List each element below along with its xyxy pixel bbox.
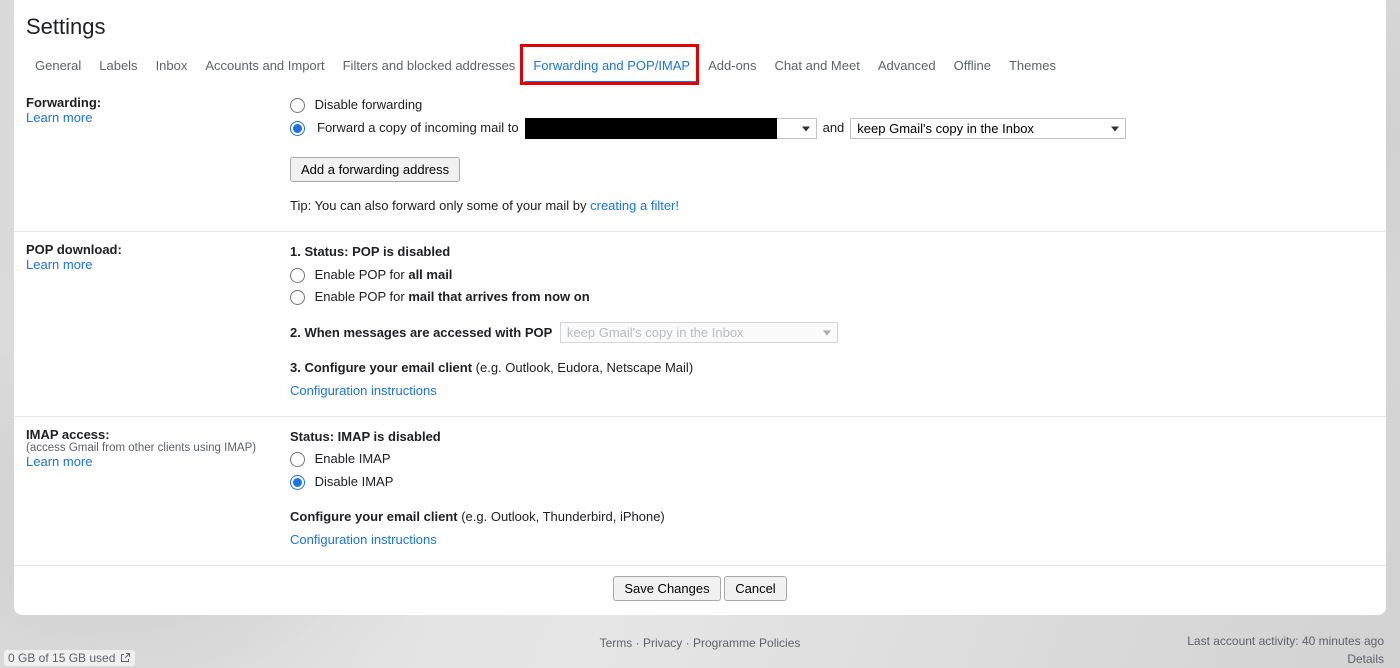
section-pop: POP download: Learn more 1. Status: POP … [14, 232, 1386, 417]
tab-accounts-and-import[interactable]: Accounts and Import [196, 48, 333, 83]
tab-advanced[interactable]: Advanced [869, 48, 945, 83]
imap-disable-radio[interactable] [290, 475, 305, 490]
imap-status-value: IMAP is disabled [338, 429, 441, 444]
tab-add-ons[interactable]: Add-ons [699, 48, 765, 83]
pop-status-value: POP is disabled [352, 244, 450, 259]
pop-when-label: 2. When messages are accessed with POP [290, 325, 552, 340]
action-buttons: Save Changes Cancel [14, 566, 1386, 615]
imap-enable-label: Enable IMAP [315, 451, 391, 466]
forward-action-select-wrap[interactable]: keep Gmail's copy in the Inbox [850, 118, 1126, 140]
forward-copy-radio[interactable] [290, 121, 305, 136]
pop-title: POP download: [26, 242, 282, 257]
forwarding-title: Forwarding: [26, 95, 282, 110]
tab-chat-and-meet[interactable]: Chat and Meet [766, 48, 869, 83]
forward-copy-option[interactable]: Forward a copy of incoming mail to and k… [290, 118, 1126, 140]
footer-privacy-link[interactable]: Privacy [643, 636, 682, 650]
imap-disable-label: Disable IMAP [315, 474, 394, 489]
pop-configure-eg: (e.g. Outlook, Eudora, Netscape Mail) [476, 360, 694, 375]
pop-when-select-wrap: keep Gmail's copy in the Inbox [560, 322, 838, 344]
create-filter-link[interactable]: creating a filter! [590, 198, 679, 213]
tab-general[interactable]: General [26, 48, 90, 83]
forward-address-redacted [525, 118, 777, 139]
settings-body: Forwarding: Learn more Disable forwardin… [14, 83, 1386, 615]
section-forwarding: Forwarding: Learn more Disable forwardin… [14, 85, 1386, 232]
disable-forwarding-radio[interactable] [290, 98, 305, 113]
tab-labels[interactable]: Labels [90, 48, 146, 83]
add-forwarding-address-button[interactable]: Add a forwarding address [290, 157, 460, 182]
imap-title: IMAP access: [26, 427, 282, 442]
pop-enable-all-prefix: Enable POP for [315, 267, 409, 282]
cancel-button[interactable]: Cancel [724, 576, 786, 601]
pop-status-prefix: 1. Status: [290, 244, 352, 259]
footer-terms-link[interactable]: Terms [600, 636, 633, 650]
pop-enable-now-option[interactable]: Enable POP for mail that arrives from no… [290, 289, 590, 304]
imap-sub: (access Gmail from other clients using I… [26, 442, 282, 454]
imap-learn-more-link[interactable]: Learn more [26, 454, 92, 469]
tab-inbox[interactable]: Inbox [147, 48, 197, 83]
settings-tabs: GeneralLabelsInboxAccounts and ImportFil… [14, 48, 1386, 83]
forward-and-text: and [823, 118, 845, 139]
pop-enable-all-bold: all mail [408, 267, 452, 282]
forward-address-select-wrap[interactable] [777, 118, 817, 140]
imap-enable-option[interactable]: Enable IMAP [290, 451, 391, 466]
page-footer: Terms · Privacy · Programme Policies Las… [0, 632, 1400, 668]
forward-action-select[interactable]: keep Gmail's copy in the Inbox [850, 118, 1126, 139]
pop-enable-now-radio[interactable] [290, 290, 305, 305]
footer-details-link[interactable]: Details [1347, 652, 1384, 666]
pop-enable-all-option[interactable]: Enable POP for all mail [290, 267, 452, 282]
imap-configure-eg: (e.g. Outlook, Thunderbird, iPhone) [461, 509, 665, 524]
forward-address-select[interactable] [777, 118, 817, 139]
tab-forwarding-and-pop-imap[interactable]: Forwarding and POP/IMAP [524, 48, 699, 83]
open-external-icon [119, 652, 131, 664]
imap-config-instructions-link[interactable]: Configuration instructions [290, 532, 437, 547]
pop-configure-prefix: 3. Configure your email client [290, 360, 476, 375]
storage-usage[interactable]: 0 GB of 15 GB used [4, 650, 135, 666]
tab-themes[interactable]: Themes [1000, 48, 1065, 83]
pop-enable-all-radio[interactable] [290, 268, 305, 283]
pop-config-instructions-link[interactable]: Configuration instructions [290, 383, 437, 398]
imap-disable-option[interactable]: Disable IMAP [290, 474, 393, 489]
disable-forwarding-option[interactable]: Disable forwarding [290, 97, 422, 112]
forward-copy-label: Forward a copy of incoming mail to [317, 118, 519, 139]
forwarding-learn-more-link[interactable]: Learn more [26, 110, 92, 125]
imap-enable-radio[interactable] [290, 452, 305, 467]
forwarding-tip-text: Tip: You can also forward only some of y… [290, 198, 590, 213]
pop-enable-now-prefix: Enable POP for [315, 289, 409, 304]
footer-policies-link[interactable]: Programme Policies [693, 636, 800, 650]
save-changes-button[interactable]: Save Changes [613, 576, 720, 601]
tab-offline[interactable]: Offline [945, 48, 1000, 83]
settings-card: Settings GeneralLabelsInboxAccounts and … [14, 0, 1386, 615]
tab-filters-and-blocked-addresses[interactable]: Filters and blocked addresses [334, 48, 525, 83]
pop-learn-more-link[interactable]: Learn more [26, 257, 92, 272]
pop-when-select: keep Gmail's copy in the Inbox [560, 322, 838, 343]
footer-activity-text: Last account activity: 40 minutes ago [1187, 632, 1384, 650]
page-title: Settings [14, 0, 1386, 48]
imap-configure-prefix: Configure your email client [290, 509, 461, 524]
storage-usage-text: 0 GB of 15 GB used [8, 651, 115, 665]
pop-enable-now-bold: mail that arrives from now on [408, 289, 589, 304]
disable-forwarding-label: Disable forwarding [315, 97, 423, 112]
imap-status-prefix: Status: [290, 429, 338, 444]
section-imap: IMAP access: (access Gmail from other cl… [14, 417, 1386, 566]
